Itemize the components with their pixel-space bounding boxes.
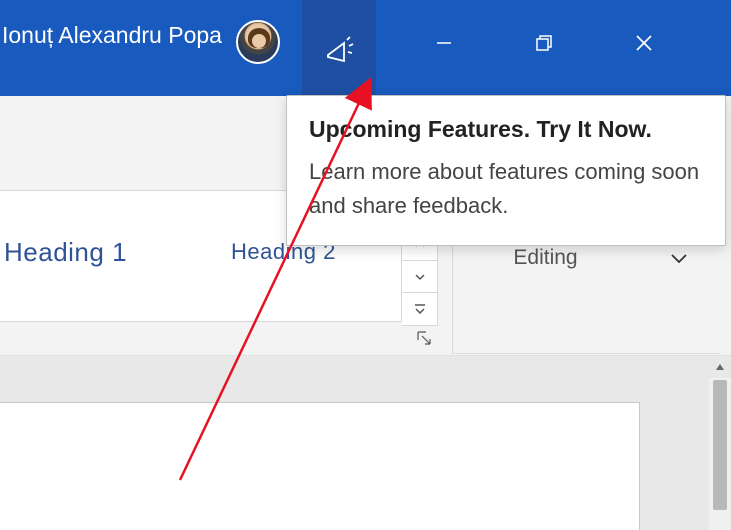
chevron-down-icon bbox=[668, 247, 690, 269]
dialog-launcher-icon bbox=[414, 328, 434, 348]
style-heading-1[interactable]: Heading 1 bbox=[4, 237, 127, 268]
upcoming-features-tooltip: Upcoming Features. Try It Now. Learn mor… bbox=[286, 95, 726, 246]
vertical-scrollbar[interactable] bbox=[709, 356, 731, 530]
minimize-button[interactable] bbox=[394, 17, 494, 69]
scroll-up-button[interactable] bbox=[709, 356, 731, 378]
chevron-down-bar-icon bbox=[413, 302, 427, 316]
megaphone-icon bbox=[322, 35, 356, 69]
triangle-up-icon bbox=[714, 361, 726, 373]
styles-row-down-button[interactable] bbox=[402, 260, 438, 294]
styles-expand-button[interactable] bbox=[402, 292, 438, 326]
document-page[interactable] bbox=[0, 402, 640, 530]
scroll-thumb[interactable] bbox=[713, 380, 727, 510]
restore-button[interactable] bbox=[494, 17, 594, 69]
chevron-down-icon bbox=[413, 270, 427, 284]
close-button[interactable] bbox=[594, 17, 694, 69]
editing-group-expand-button[interactable] bbox=[668, 247, 690, 269]
editing-group-label-row: Editing bbox=[453, 246, 720, 270]
minimize-icon bbox=[435, 34, 453, 52]
title-bar: Ionuț Alexandru Popa bbox=[0, 0, 731, 96]
close-icon bbox=[634, 33, 654, 53]
styles-dialog-launcher[interactable] bbox=[414, 328, 436, 350]
upcoming-features-button[interactable] bbox=[302, 0, 376, 96]
editing-group-label: Editing bbox=[513, 246, 577, 270]
restore-icon bbox=[534, 33, 554, 53]
user-avatar[interactable] bbox=[236, 20, 280, 64]
tooltip-title: Upcoming Features. Try It Now. bbox=[309, 116, 703, 143]
tooltip-body: Learn more about features coming soon an… bbox=[309, 155, 703, 223]
document-area bbox=[0, 356, 731, 530]
user-name-label: Ionuț Alexandru Popa bbox=[2, 22, 222, 49]
